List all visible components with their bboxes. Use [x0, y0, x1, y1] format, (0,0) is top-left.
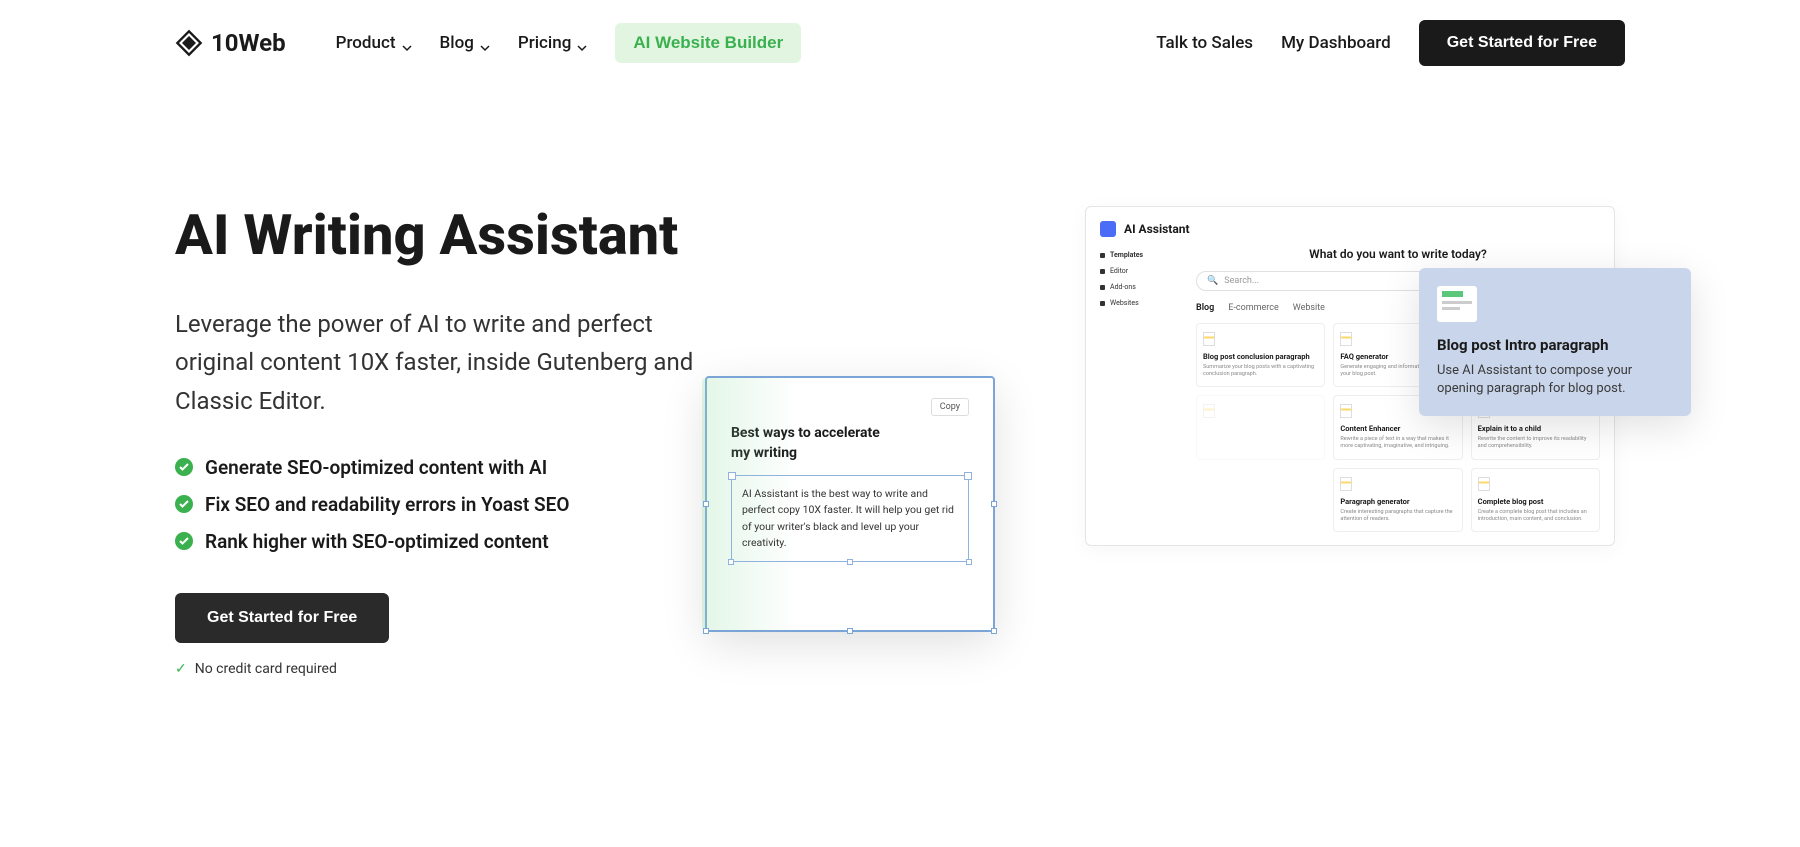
editor-textbox: AI Assistant is the best way to write an…: [731, 475, 969, 562]
ai-assistant-icon: [1100, 221, 1116, 237]
intro-paragraph-popup: Blog post Intro paragraph Use AI Assista…: [1419, 268, 1691, 416]
sidebar-item-websites: Websites: [1100, 295, 1180, 311]
template-card: [1196, 395, 1325, 459]
sidebar-item-addons: Add-ons: [1100, 279, 1180, 295]
check-icon: ✓: [175, 661, 187, 677]
search-icon: 🔍: [1207, 276, 1218, 286]
copy-button: Copy: [931, 398, 969, 416]
document-icon: [1340, 404, 1352, 418]
hero-subtitle: Leverage the power of AI to write and pe…: [175, 305, 695, 420]
hero-section: AI Writing Assistant Leverage the power …: [0, 86, 1800, 726]
resize-handle: [966, 559, 972, 565]
document-icon: [1437, 286, 1477, 322]
assistant-prompt: What do you want to write today?: [1196, 247, 1600, 261]
ai-website-builder-button[interactable]: AI Website Builder: [615, 23, 801, 63]
my-dashboard-link[interactable]: My Dashboard: [1281, 33, 1391, 53]
check-icon: [175, 532, 193, 550]
template-card: Paragraph generatorCreate interesting pa…: [1333, 468, 1462, 532]
get-started-header-button[interactable]: Get Started for Free: [1419, 20, 1625, 66]
nav-product[interactable]: Product: [336, 33, 412, 53]
document-icon: [1203, 404, 1215, 418]
document-icon: [1340, 332, 1352, 346]
nav-pricing[interactable]: Pricing: [518, 33, 588, 53]
popup-title: Blog post Intro paragraph: [1437, 336, 1673, 354]
hero-content: AI Writing Assistant Leverage the power …: [175, 206, 735, 686]
feature-list: Generate SEO-optimized content with AI F…: [175, 456, 735, 553]
editor-panel: Copy Best ways to accelerate my writing …: [705, 376, 995, 632]
logo[interactable]: 10Web: [175, 29, 286, 57]
site-header: 10Web Product Blog Pricing AI Website Bu…: [0, 0, 1800, 86]
check-icon: [175, 458, 193, 476]
resize-handle: [847, 559, 853, 565]
feature-item: Generate SEO-optimized content with AI: [175, 456, 735, 479]
resize-handle: [847, 628, 853, 634]
template-card: Blog post conclusion paragraphSummarize …: [1196, 323, 1325, 387]
check-icon: [175, 495, 193, 513]
assistant-sidebar: Templates Editor Add-ons Websites: [1100, 247, 1180, 532]
sidebar-item-templates: Templates: [1100, 247, 1180, 263]
resize-handle: [991, 628, 997, 634]
chevron-down-icon: [480, 38, 490, 48]
mockup-illustration: AI Assistant Templates Editor Add-ons We…: [795, 206, 1625, 686]
sidebar-item-editor: Editor: [1100, 263, 1180, 279]
template-card: Complete blog postCreate a complete blog…: [1471, 468, 1600, 532]
tab-blog: Blog: [1196, 303, 1214, 313]
resize-handle: [703, 628, 709, 634]
feature-item: Rank higher with SEO-optimized content: [175, 530, 735, 553]
popup-description: Use AI Assistant to compose your opening…: [1437, 362, 1673, 398]
resize-handle: [703, 501, 709, 507]
feature-item: Fix SEO and readability errors in Yoast …: [175, 493, 735, 516]
chevron-down-icon: [577, 38, 587, 48]
get-started-hero-button[interactable]: Get Started for Free: [175, 593, 389, 643]
document-icon: [1340, 477, 1352, 491]
document-icon: [1203, 332, 1215, 346]
nav-blog[interactable]: Blog: [440, 33, 490, 53]
tab-ecommerce: E-commerce: [1228, 303, 1278, 313]
tab-website: Website: [1293, 303, 1325, 313]
document-icon: [1478, 477, 1490, 491]
resize-handle: [728, 559, 734, 565]
ai-assistant-title: AI Assistant: [1124, 222, 1190, 236]
talk-to-sales-link[interactable]: Talk to Sales: [1156, 33, 1253, 53]
primary-nav: Product Blog Pricing AI Website Builder: [336, 23, 802, 63]
no-credit-card-note: ✓ No credit card required: [175, 661, 735, 677]
resize-handle: [991, 501, 997, 507]
page-title: AI Writing Assistant: [175, 206, 735, 265]
chevron-down-icon: [402, 38, 412, 48]
logo-text: 10Web: [211, 29, 286, 57]
editor-doc-title: Best ways to accelerate my writing: [731, 424, 891, 463]
logo-icon: [175, 29, 203, 57]
secondary-nav: Talk to Sales My Dashboard Get Started f…: [1156, 20, 1625, 66]
